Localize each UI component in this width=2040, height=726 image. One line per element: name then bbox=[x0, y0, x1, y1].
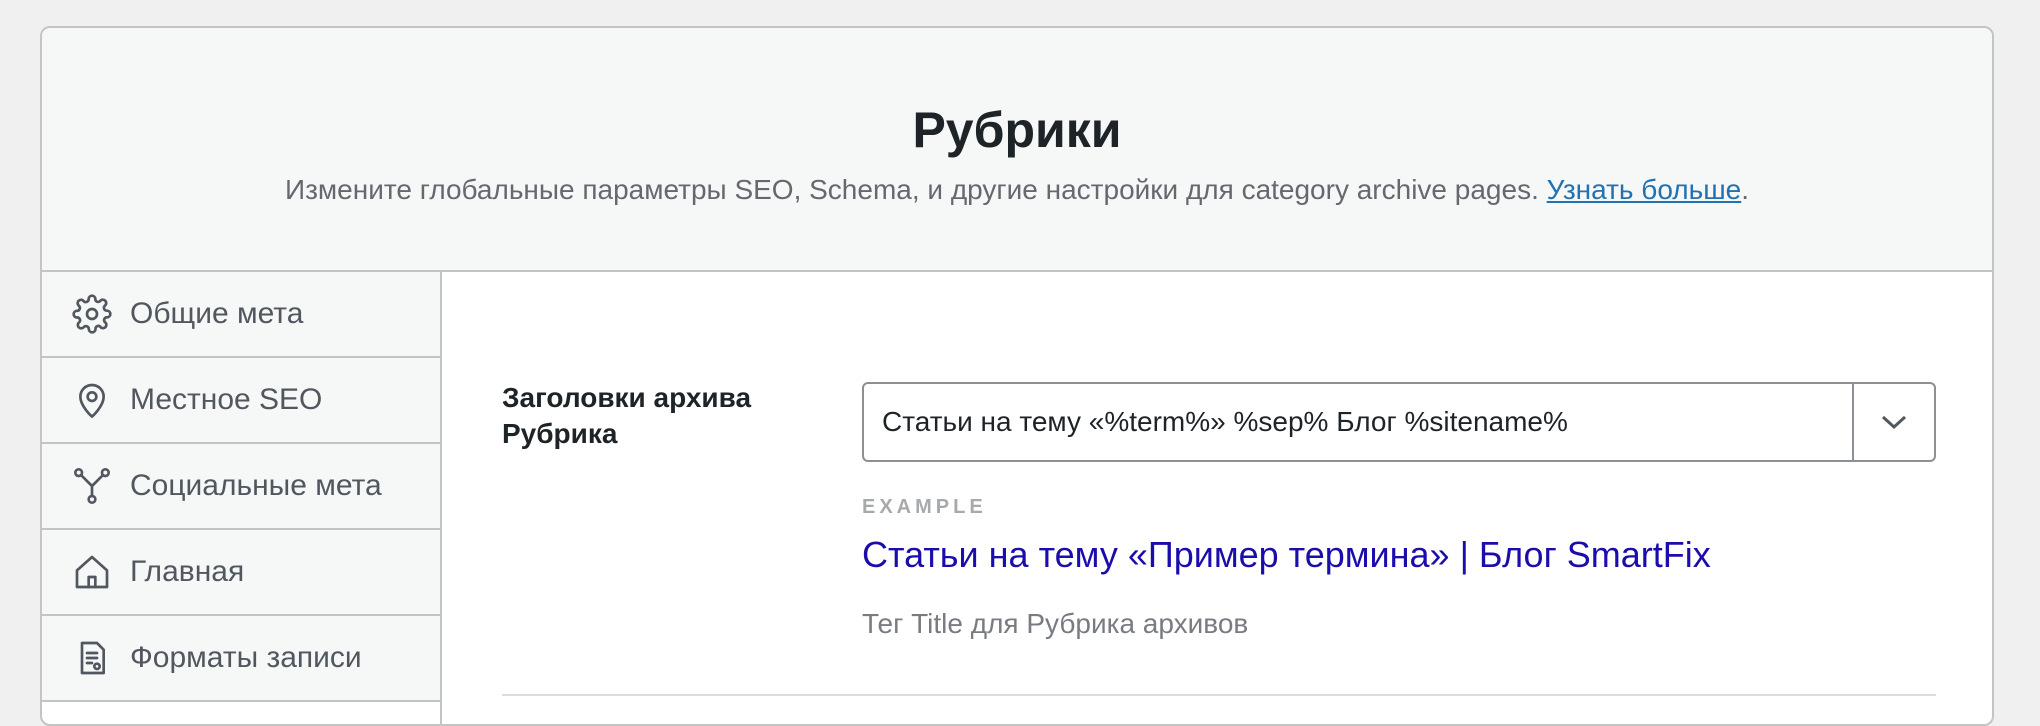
field-help-text: Тег Title для Рубрика архивов bbox=[862, 608, 1249, 639]
subtitle-text: Измените глобальные параметры SEO, Schem… bbox=[284, 174, 1547, 205]
page-header: Рубрики Измените глобальные параметры SE… bbox=[42, 28, 1992, 272]
home-icon bbox=[70, 550, 114, 594]
sidebar-item-general-meta[interactable]: Общие мета bbox=[42, 272, 440, 358]
sidebar-item-social-meta[interactable]: Социальные мета bbox=[42, 444, 440, 530]
panel-body: Общие мета Местное SEO Социальные мета Г… bbox=[42, 272, 1992, 724]
sidebar-item-label: Главная bbox=[130, 555, 245, 588]
sidebar-nav: Общие мета Местное SEO Социальные мета Г… bbox=[42, 272, 442, 724]
field-label: Заголовки архива Рубрика bbox=[502, 382, 752, 450]
sidebar-item-local-seo[interactable]: Местное SEO bbox=[42, 358, 440, 444]
title-template-select[interactable]: Статьи на тему «%term%» %sep% Блог %site… bbox=[862, 382, 1936, 462]
subtitle-end: . bbox=[1741, 174, 1750, 205]
location-pin-icon bbox=[70, 378, 114, 422]
document-icon bbox=[70, 636, 114, 680]
sidebar-item-label: Общие мета bbox=[130, 297, 304, 330]
page-subtitle: Измените глобальные параметры SEO, Schem… bbox=[42, 174, 1992, 206]
sidebar-item-label: Местное SEO bbox=[130, 383, 323, 416]
social-network-icon bbox=[70, 464, 114, 508]
example-title: Статьи на тему «Пример термина» | Блог S… bbox=[862, 534, 1711, 575]
main-content: Заголовки архива Рубрика Статьи на тему … bbox=[442, 272, 1992, 724]
sidebar-item-post-formats[interactable]: Форматы записи bbox=[42, 616, 440, 702]
page-title: Рубрики bbox=[912, 102, 1122, 158]
title-template-value[interactable]: Статьи на тему «%term%» %sep% Блог %site… bbox=[864, 406, 1852, 438]
gear-icon bbox=[70, 292, 114, 336]
sidebar-item-home[interactable]: Главная bbox=[42, 530, 440, 616]
example-label: EXAMPLE bbox=[862, 496, 987, 518]
sidebar-item-label: Социальные мета bbox=[130, 469, 382, 502]
sidebar-item-label: Форматы записи bbox=[130, 641, 362, 674]
learn-more-link[interactable]: Узнать больше bbox=[1547, 174, 1742, 205]
settings-panel: Рубрики Измените глобальные параметры SE… bbox=[40, 26, 1994, 726]
chevron-down-icon bbox=[1881, 415, 1907, 430]
select-toggle-button[interactable] bbox=[1852, 384, 1934, 460]
